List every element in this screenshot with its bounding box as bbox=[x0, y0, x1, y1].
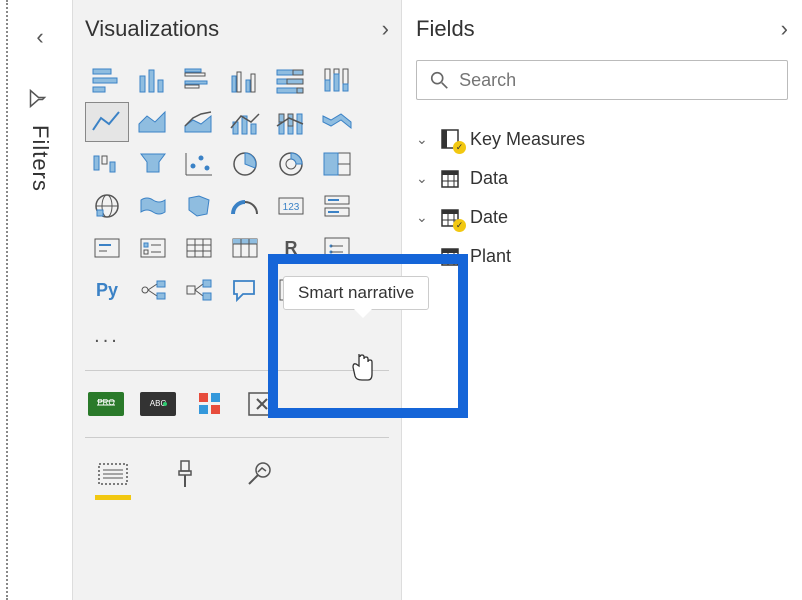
chevron-right-icon[interactable]: › bbox=[382, 16, 389, 42]
fields-tab-icon[interactable] bbox=[91, 454, 135, 494]
chevron-left-icon[interactable]: ‹ bbox=[36, 24, 43, 50]
fields-pane: Fields › ⌄ ✓ Key Measures ⌄ Data ⌄ ✓ bbox=[402, 0, 802, 600]
filters-pane-collapsed: ‹ Filters bbox=[8, 0, 72, 600]
field-label: Plant bbox=[470, 246, 511, 267]
visualization-tabs bbox=[85, 454, 389, 494]
clustered-column-chart-icon[interactable] bbox=[223, 60, 267, 100]
matrix-icon[interactable] bbox=[223, 228, 267, 268]
area-chart-icon[interactable] bbox=[131, 102, 175, 142]
map-icon[interactable] bbox=[85, 186, 129, 226]
gauge-icon[interactable] bbox=[223, 186, 267, 226]
ribbon-chart-icon[interactable] bbox=[315, 102, 359, 142]
filter-icon[interactable] bbox=[28, 89, 53, 109]
stacked-bar-chart-icon[interactable] bbox=[85, 60, 129, 100]
format-tab-icon[interactable] bbox=[163, 454, 207, 494]
field-label: Key Measures bbox=[470, 129, 585, 150]
shape-map-icon[interactable] bbox=[177, 186, 221, 226]
chevron-right-icon[interactable]: › bbox=[781, 16, 788, 42]
100-stacked-bar-chart-icon[interactable] bbox=[269, 60, 313, 100]
search-icon bbox=[429, 69, 449, 91]
stacked-area-chart-icon[interactable] bbox=[177, 102, 221, 142]
field-label: Data bbox=[470, 168, 508, 189]
waterfall-chart-icon[interactable] bbox=[85, 144, 129, 184]
svg-text:PRO: PRO bbox=[97, 398, 114, 407]
scatter-chart-icon[interactable] bbox=[177, 144, 221, 184]
check-badge-icon: ✓ bbox=[453, 219, 466, 232]
field-table-data[interactable]: ⌄ Data bbox=[416, 164, 788, 193]
treemap-chart-icon[interactable] bbox=[315, 144, 359, 184]
filters-pane-label[interactable]: Filters bbox=[27, 125, 53, 192]
check-badge-icon: ✓ bbox=[453, 141, 466, 154]
search-box[interactable] bbox=[416, 60, 788, 100]
chevron-down-icon: ⌄ bbox=[416, 248, 430, 265]
funnel-chart-icon[interactable] bbox=[131, 144, 175, 184]
canvas-edge-separator bbox=[0, 0, 8, 600]
field-table-key-measures[interactable]: ⌄ ✓ Key Measures bbox=[416, 124, 788, 154]
python-visual-icon[interactable]: Py bbox=[85, 270, 129, 310]
slicer-icon[interactable] bbox=[131, 228, 175, 268]
qa-visual-icon[interactable] bbox=[223, 270, 267, 310]
stacked-column-chart-icon[interactable] bbox=[131, 60, 175, 100]
fields-title: Fields bbox=[416, 16, 475, 42]
line-stacked-column-icon[interactable] bbox=[269, 102, 313, 142]
pie-chart-icon[interactable] bbox=[223, 144, 267, 184]
svg-text:123: 123 bbox=[283, 202, 300, 213]
key-influencers-icon[interactable] bbox=[131, 270, 175, 310]
arcgis-visual-icon[interactable]: PRO bbox=[85, 389, 127, 419]
field-table-date[interactable]: ⌄ ✓ Date bbox=[416, 203, 788, 232]
chevron-down-icon: ⌄ bbox=[416, 131, 430, 148]
chevron-down-icon: ⌄ bbox=[416, 170, 430, 187]
remove-visual-icon[interactable] bbox=[241, 389, 283, 419]
visualization-type-grid: 123 R Py bbox=[85, 60, 389, 310]
field-label: Date bbox=[470, 207, 508, 228]
line-clustered-column-icon[interactable] bbox=[223, 102, 267, 142]
r-script-icon[interactable] bbox=[315, 228, 359, 268]
power-apps-visual-icon[interactable]: ABC bbox=[137, 389, 179, 419]
table-icon bbox=[438, 247, 462, 267]
r-visual-icon[interactable]: R bbox=[269, 228, 313, 268]
multi-row-card-icon[interactable] bbox=[315, 186, 359, 226]
chevron-down-icon: ⌄ bbox=[416, 209, 430, 226]
table-icon[interactable] bbox=[177, 228, 221, 268]
donut-chart-icon[interactable] bbox=[269, 144, 313, 184]
filled-map-icon[interactable] bbox=[131, 186, 175, 226]
tooltip: Smart narrative bbox=[283, 276, 429, 310]
more-visuals-button[interactable]: ... bbox=[85, 316, 129, 356]
clustered-bar-chart-icon[interactable] bbox=[177, 60, 221, 100]
visualizations-title: Visualizations bbox=[85, 16, 219, 42]
decomposition-tree-icon[interactable] bbox=[177, 270, 221, 310]
analytics-tab-icon[interactable] bbox=[235, 454, 279, 494]
100-stacked-column-chart-icon[interactable] bbox=[315, 60, 359, 100]
field-table-plant[interactable]: ⌄ Plant bbox=[416, 242, 788, 271]
kpi-icon[interactable] bbox=[85, 228, 129, 268]
table-icon: ✓ bbox=[438, 208, 462, 228]
table-icon bbox=[438, 169, 462, 189]
fields-list: ⌄ ✓ Key Measures ⌄ Data ⌄ ✓ Date ⌄ bbox=[416, 124, 788, 271]
search-input[interactable] bbox=[459, 70, 775, 91]
hand-cursor-icon bbox=[350, 352, 376, 389]
get-more-visuals-icon[interactable] bbox=[189, 389, 231, 419]
card-icon[interactable]: 123 bbox=[269, 186, 313, 226]
custom-visuals-row: PRO ABC bbox=[85, 385, 389, 423]
line-chart-icon[interactable] bbox=[85, 102, 129, 142]
measures-table-icon: ✓ bbox=[438, 128, 462, 150]
